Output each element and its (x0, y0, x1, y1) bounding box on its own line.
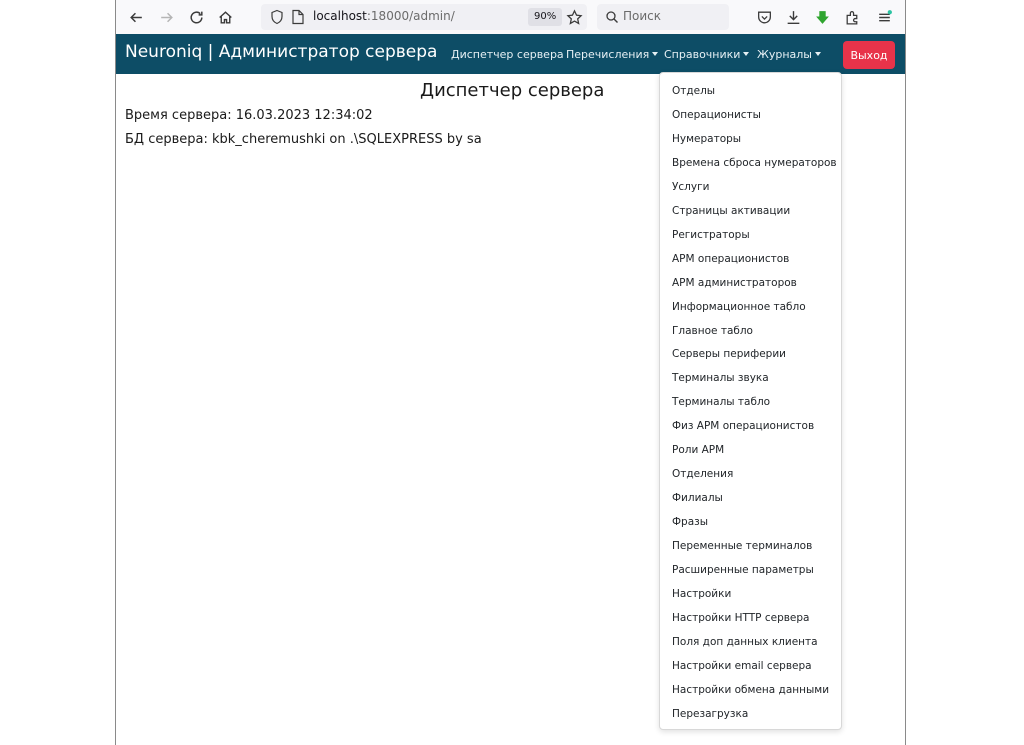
nav-link-journals[interactable]: Журналы (757, 48, 821, 61)
extensions-icon[interactable] (840, 5, 864, 29)
browser-window: localhost:18000/admin/ 90% Поиск Neuroni… (115, 0, 906, 745)
dropdown-menu-item[interactable]: Расширенные параметры (672, 562, 814, 578)
logout-button[interactable]: Выход (843, 41, 895, 69)
dropdown-menu-item[interactable]: Терминалы звука (672, 370, 769, 386)
green-download-extension-icon[interactable] (810, 5, 834, 29)
nav-link-label: Журналы (757, 48, 812, 61)
caret-down-icon (652, 52, 659, 56)
dropdown-menu-item[interactable]: Филиалы (672, 490, 723, 506)
dropdown-menu-item[interactable]: Операционисты (672, 107, 761, 123)
dropdown-menu-item[interactable]: Информационное табло (672, 299, 806, 315)
browser-toolbar: localhost:18000/admin/ 90% Поиск (116, 0, 905, 34)
server-time-text: Время сервера: 16.03.2023 12:34:02 (125, 108, 373, 123)
forward-arrow-icon[interactable] (154, 5, 178, 29)
shield-icon[interactable] (269, 9, 285, 29)
search-bar[interactable]: Поиск (597, 4, 729, 30)
page-title: Диспетчер сервера (420, 80, 605, 101)
dropdown-menu-item[interactable]: Терминалы табло (672, 394, 770, 410)
search-input[interactable]: Поиск (623, 9, 661, 23)
caret-down-icon (815, 52, 821, 56)
menu-icon[interactable] (872, 5, 896, 29)
pocket-icon[interactable] (752, 5, 776, 29)
caret-down-icon (743, 52, 750, 56)
dropdown-menu-item[interactable]: Нумераторы (672, 131, 741, 147)
nav-link-server-dispatcher[interactable]: Диспетчер сервера (451, 48, 564, 61)
bookmark-star-icon[interactable] (562, 5, 586, 29)
directories-dropdown-menu: Отделы Операционисты Нумераторы Времена сбр… (659, 72, 842, 730)
dropdown-menu-item[interactable]: Настройки HTTP сервера (672, 610, 810, 626)
dropdown-menu-item[interactable]: Главное табло (672, 323, 753, 339)
dropdown-menu-item[interactable]: Настройки обмена данными (672, 682, 829, 698)
download-icon[interactable] (781, 5, 805, 29)
dropdown-menu-item[interactable]: Физ АРМ операционистов (672, 418, 814, 434)
dropdown-menu-item[interactable]: Фразы (672, 514, 708, 530)
dropdown-menu-item[interactable]: Отделы (672, 83, 715, 99)
url-host: localhost (313, 9, 367, 23)
server-db-text: БД сервера: kbk_cheremushki on .\SQLEXPR… (125, 132, 482, 147)
url-text[interactable]: localhost:18000/admin/ (313, 9, 455, 23)
dropdown-menu-item[interactable]: Перезагрузка (672, 706, 748, 722)
dropdown-menu-item[interactable]: Страницы активации (672, 203, 790, 219)
nav-link-label: Справочники (664, 48, 741, 61)
dropdown-menu-item[interactable]: Поля доп данных клиента (672, 634, 818, 650)
nav-link-directories[interactable]: Справочники (664, 48, 750, 61)
back-arrow-icon[interactable] (124, 5, 148, 29)
dropdown-menu-item[interactable]: Регистраторы (672, 227, 750, 243)
dropdown-menu-item[interactable]: Переменные терминалов (672, 538, 812, 554)
nav-link-label: Перечисления (566, 48, 650, 61)
app-navbar: Neuroniq | Администратор сервера Диспетч… (116, 34, 905, 74)
dropdown-menu-item[interactable]: АРМ администраторов (672, 275, 797, 291)
nav-link-label: Диспетчер сервера (451, 48, 564, 61)
dropdown-menu-item[interactable]: Роли АРМ (672, 442, 724, 458)
dropdown-menu-item[interactable]: АРМ операционистов (672, 251, 789, 267)
dropdown-menu-item[interactable]: Серверы периферии (672, 346, 786, 362)
search-icon (605, 9, 619, 28)
dropdown-menu-item[interactable]: Услуги (672, 179, 709, 195)
zoom-badge[interactable]: 90% (528, 8, 563, 26)
url-path: :18000/admin/ (366, 9, 455, 23)
page-icon[interactable] (291, 9, 305, 29)
home-icon[interactable] (213, 5, 237, 29)
dropdown-menu-item[interactable]: Времена сброса нумераторов (672, 155, 837, 171)
dropdown-menu-item[interactable]: Отделения (672, 466, 733, 482)
dropdown-menu-item[interactable]: Настройки email сервера (672, 658, 812, 674)
dropdown-menu-item[interactable]: Настройки (672, 586, 731, 602)
nav-link-enumerations[interactable]: Перечисления (566, 48, 659, 61)
reload-icon[interactable] (184, 5, 208, 29)
brand-title[interactable]: Neuroniq | Администратор сервера (125, 42, 437, 62)
